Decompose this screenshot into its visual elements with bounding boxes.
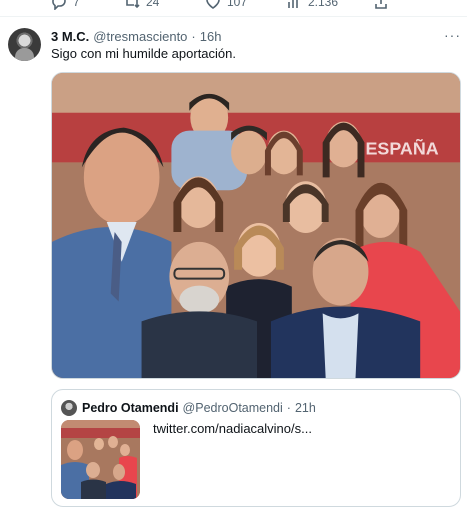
author-handle[interactable]: @tresmasciento	[93, 29, 187, 44]
views-count: 2.136	[308, 0, 339, 9]
more-icon[interactable]: ···	[444, 27, 461, 43]
quote-author-handle[interactable]: @PedroOtamendi	[183, 401, 283, 415]
quote-author-name[interactable]: Pedro Otamendi	[82, 401, 179, 415]
quote-thumbnail[interactable]	[61, 420, 140, 499]
tweet-action-bar: 7 24 107 2.136	[0, 0, 467, 16]
tweet-time[interactable]: 16h	[200, 29, 222, 44]
tweet-photo[interactable]: ESPAÑA	[51, 72, 461, 379]
share-action[interactable]	[373, 0, 389, 10]
quote-author-avatar[interactable]	[61, 400, 77, 416]
reply-icon	[52, 0, 66, 10]
quote-separator: ·	[286, 401, 291, 415]
like-count: 107	[227, 0, 248, 9]
retweet-icon	[126, 0, 140, 9]
quoted-tweet[interactable]: Pedro Otamendi @PedroOtamendi · 21h twit…	[51, 389, 461, 507]
views-action[interactable]: 2.136	[286, 0, 338, 10]
retweet-action[interactable]: 24	[124, 0, 159, 10]
views-icon	[288, 0, 298, 8]
tweet-header: 3 M.C. @tresmasciento · 16h	[51, 29, 221, 44]
group-selfie-image: ESPAÑA	[52, 73, 460, 378]
share-icon	[375, 0, 387, 9]
like-action[interactable]: 107	[205, 0, 247, 10]
author-avatar[interactable]	[8, 28, 41, 61]
reply-count: 7	[73, 0, 80, 9]
photo-sign-text: ESPAÑA	[365, 137, 438, 158]
like-icon	[206, 0, 220, 9]
quote-header: Pedro Otamendi @PedroOtamendi · 21h	[82, 401, 316, 415]
reply-action[interactable]: 7	[51, 0, 80, 10]
quote-time[interactable]: 21h	[295, 401, 316, 415]
author-name[interactable]: 3 M.C.	[51, 29, 89, 44]
tweet-divider	[0, 16, 467, 17]
quote-link-text[interactable]: twitter.com/nadiacalvino/s...	[153, 421, 312, 436]
header-separator: ·	[191, 29, 196, 44]
quote-thumbnail-image	[61, 420, 140, 499]
retweet-count: 24	[146, 0, 160, 9]
tweet-text: Sigo con mi humilde aportación.	[51, 46, 236, 61]
